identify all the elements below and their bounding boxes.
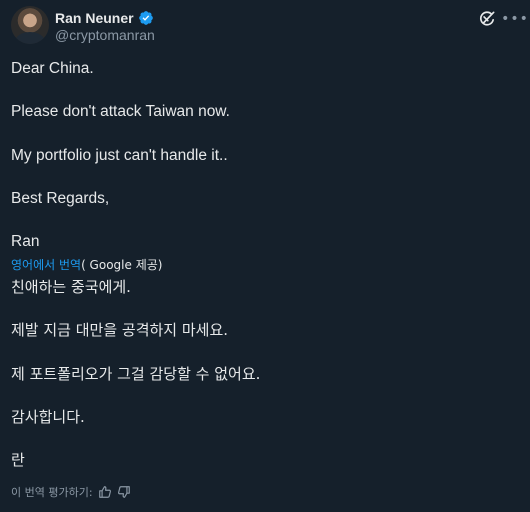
post-line: Please don't attack Taiwan now. <box>11 103 230 120</box>
translation-attribution: 영어에서 번역( Google 제공) <box>11 256 162 273</box>
rate-translation-row: 이 번역 평가하기: <box>11 484 131 500</box>
translated-line: 란 <box>11 451 25 469</box>
author-handle[interactable]: @cryptomanran <box>55 27 155 43</box>
translated-line: 제발 지금 대만을 공격하지 마세요. <box>11 321 229 339</box>
translated-line: 감사합니다. <box>11 408 85 426</box>
avatar[interactable] <box>11 6 49 44</box>
more-options-icon[interactable]: ••• <box>501 9 528 29</box>
author-display-name[interactable]: Ran Neuner <box>55 10 134 26</box>
post-line: My portfolio just can't handle it.. <box>11 147 228 164</box>
thumbs-down-icon[interactable] <box>117 485 131 499</box>
verified-badge-icon <box>138 11 153 25</box>
post-line: Best Regards, <box>11 190 110 207</box>
translated-from-link[interactable]: 영어에서 번역 <box>11 258 81 272</box>
tweet-card: Ran Neuner @cryptomanran ••• Dear China.… <box>0 0 530 512</box>
author-name-row: Ran Neuner <box>55 9 154 27</box>
translated-line: 제 포트폴리오가 그걸 감당할 수 없어요. <box>11 365 261 383</box>
post-line: Dear China. <box>11 60 94 77</box>
rate-translation-label: 이 번역 평가하기: <box>11 486 93 499</box>
thumbs-up-icon[interactable] <box>98 485 112 499</box>
translated-line: 친애하는 중국에게. <box>11 278 131 296</box>
translation-provider: ( Google 제공) <box>81 258 163 272</box>
post-line: Ran <box>11 233 40 250</box>
grok-icon[interactable] <box>477 9 497 29</box>
avatar-shirt <box>15 32 45 44</box>
